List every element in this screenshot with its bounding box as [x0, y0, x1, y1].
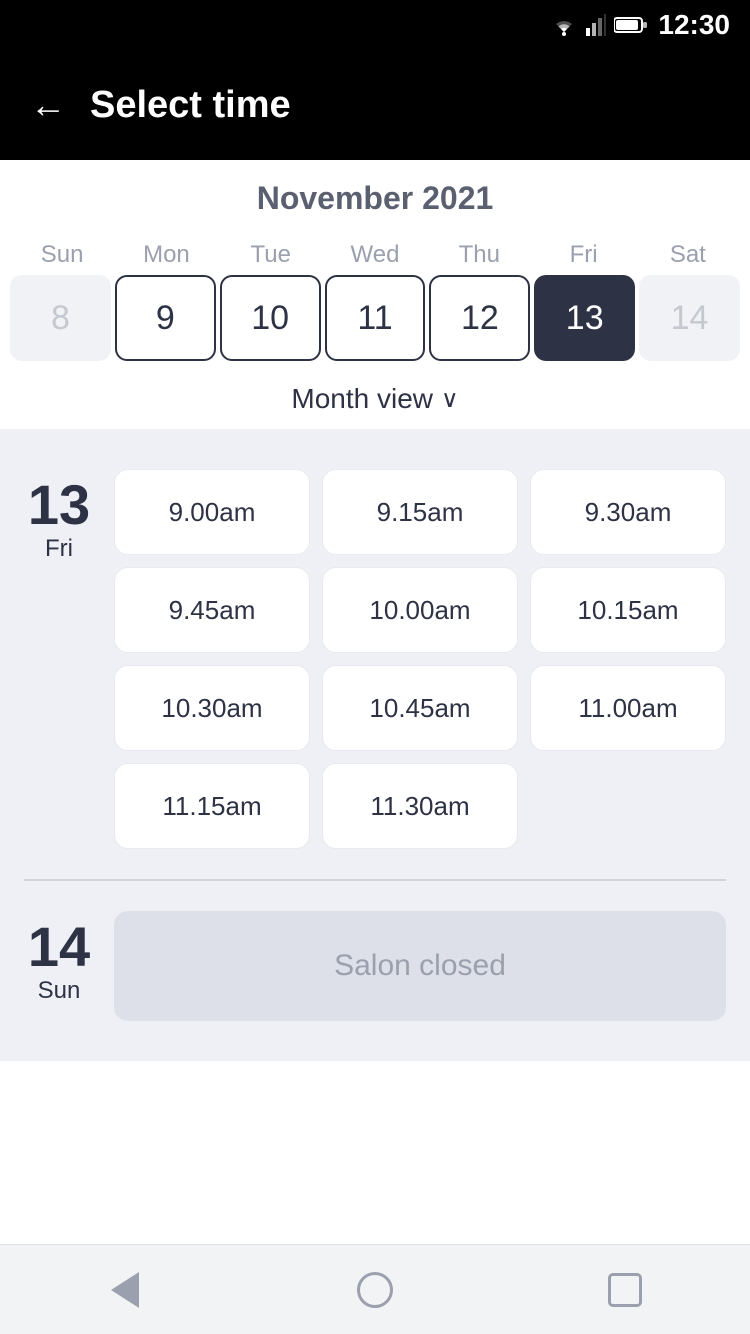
day-14-label: 14 Sun [24, 911, 94, 1005]
day-13-label: 13 Fri [24, 469, 94, 563]
back-triangle-icon [111, 1272, 139, 1308]
section-divider [24, 879, 726, 881]
calendar-section: November 2021 Sun Mon Tue Wed Thu Fri Sa… [0, 160, 750, 429]
weekday-tue: Tue [219, 235, 323, 275]
time-slot-1045[interactable]: 10.45am [322, 665, 518, 751]
time-slot-1100[interactable]: 11.00am [530, 665, 726, 751]
time-slot-915[interactable]: 9.15am [322, 469, 518, 555]
day-11[interactable]: 11 [325, 275, 426, 361]
month-view-label: Month view [291, 383, 433, 415]
chevron-down-icon: ∨ [441, 385, 459, 414]
day-13-name: Fri [45, 535, 73, 563]
day-9[interactable]: 9 [115, 275, 216, 361]
week-headers: Sun Mon Tue Wed Thu Fri Sat [0, 235, 750, 275]
day-8[interactable]: 8 [10, 275, 111, 361]
time-slot-1115[interactable]: 11.15am [114, 763, 310, 849]
month-label: November 2021 [0, 180, 750, 217]
clock-time: 12:30 [658, 9, 730, 41]
time-slot-945[interactable]: 9.45am [114, 567, 310, 653]
nav-home-button[interactable] [345, 1260, 405, 1320]
back-button[interactable]: ← [30, 84, 66, 126]
status-bar: 12:30 [0, 0, 750, 50]
time-slot-1030[interactable]: 10.30am [114, 665, 310, 751]
status-icons [550, 14, 648, 36]
day-14-name: Sun [38, 977, 81, 1005]
day-14[interactable]: 14 [639, 275, 740, 361]
home-circle-icon [357, 1272, 393, 1308]
time-slot-1015[interactable]: 10.15am [530, 567, 726, 653]
battery-icon [614, 15, 648, 35]
day-13-block: 13 Fri 9.00am 9.15am 9.30am 9.45am 10.00… [0, 449, 750, 869]
page-title: Select time [90, 84, 291, 127]
weekday-mon: Mon [114, 235, 218, 275]
nav-back-button[interactable] [95, 1260, 155, 1320]
day-10[interactable]: 10 [220, 275, 321, 361]
signal-icon [586, 14, 606, 36]
bottom-nav [0, 1244, 750, 1334]
nav-recents-button[interactable] [595, 1260, 655, 1320]
wifi-icon [550, 14, 578, 36]
weekday-fri: Fri [531, 235, 635, 275]
weekday-sun: Sun [10, 235, 114, 275]
time-slots-grid-13: 9.00am 9.15am 9.30am 9.45am 10.00am 10.1… [114, 469, 726, 849]
time-slot-1130[interactable]: 11.30am [322, 763, 518, 849]
time-slot-900[interactable]: 9.00am [114, 469, 310, 555]
recents-square-icon [608, 1273, 642, 1307]
weekday-sat: Sat [636, 235, 740, 275]
time-slot-930[interactable]: 9.30am [530, 469, 726, 555]
week-row: 8 9 10 11 12 13 14 [0, 275, 750, 361]
salon-closed-label: Salon closed [334, 949, 506, 983]
day-14-number: 14 [28, 919, 90, 975]
weekday-thu: Thu [427, 235, 531, 275]
time-section: 13 Fri 9.00am 9.15am 9.30am 9.45am 10.00… [0, 429, 750, 1061]
weekday-wed: Wed [323, 235, 427, 275]
month-view-toggle[interactable]: Month view ∨ [0, 367, 750, 429]
day-12[interactable]: 12 [429, 275, 530, 361]
header: ← Select time [0, 50, 750, 160]
day-13[interactable]: 13 [534, 275, 635, 361]
salon-closed-card: Salon closed [114, 911, 726, 1021]
day-14-block: 14 Sun Salon closed [0, 891, 750, 1041]
day-13-number: 13 [28, 477, 90, 533]
time-slot-1000[interactable]: 10.00am [322, 567, 518, 653]
